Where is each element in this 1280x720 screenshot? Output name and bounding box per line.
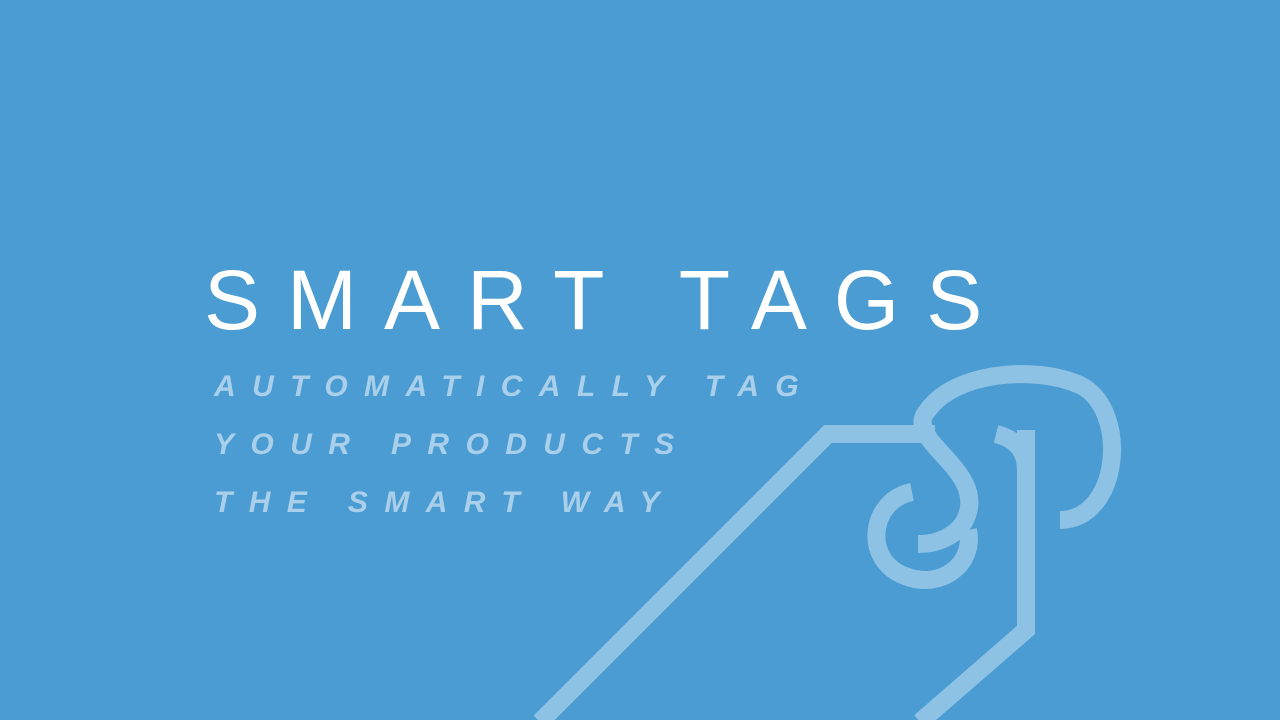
tag-string-hook: [993, 425, 1035, 471]
tagline-line-3: THE SMART WAY: [214, 486, 677, 519]
slide-title: SMART TAGS: [204, 253, 1010, 347]
tagline-line-2: YOUR PRODUCTS: [214, 428, 691, 461]
price-tag-icon: [533, 365, 1121, 720]
tagline-line-1: AUTOMATICALLY TAG: [214, 370, 815, 403]
tag-string: [913, 365, 1121, 553]
